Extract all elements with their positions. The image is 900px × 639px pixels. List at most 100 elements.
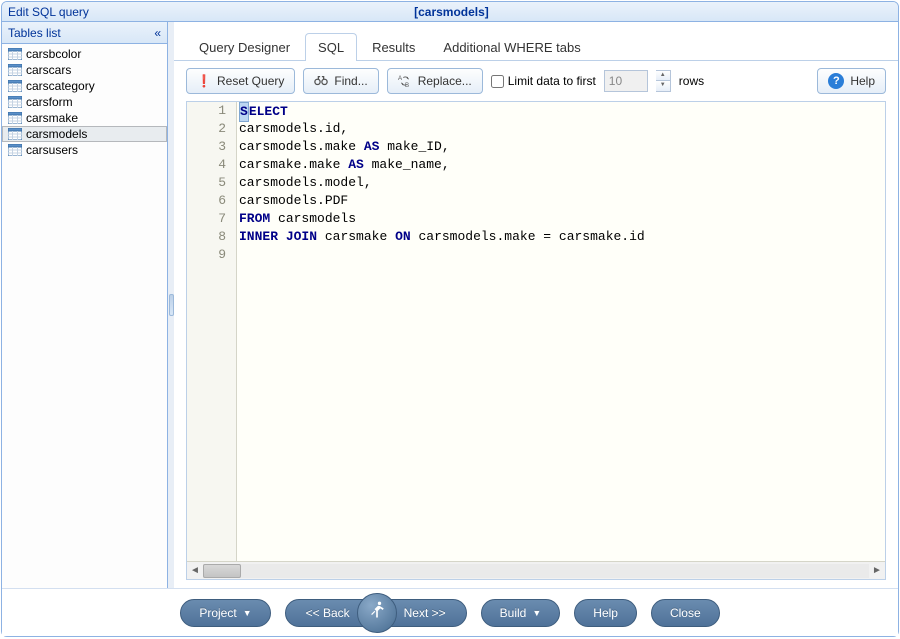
project-button[interactable]: Project ▼: [180, 599, 270, 627]
code-line[interactable]: carsmake.make AS make_name,: [239, 156, 645, 174]
replace-label: Replace...: [418, 74, 472, 88]
sidebar-header: Tables list «: [2, 22, 167, 44]
code-line[interactable]: SELECT: [239, 102, 645, 120]
nav-group: << Back Next >>: [285, 593, 467, 633]
code-line[interactable]: carsmodels.PDF: [239, 192, 645, 210]
table-item-label: carsusers: [26, 143, 78, 157]
line-number: 9: [197, 246, 226, 264]
code-line[interactable]: carsmodels.make AS make_ID,: [239, 138, 645, 156]
reset-query-label: Reset Query: [217, 74, 284, 88]
table-item-label: carscategory: [26, 79, 95, 93]
limit-checkbox[interactable]: [491, 75, 504, 88]
table-item-label: carsmodels: [26, 127, 87, 141]
run-button[interactable]: [357, 593, 397, 633]
tab-additional-where-tabs[interactable]: Additional WHERE tabs: [430, 33, 593, 61]
close-label: Close: [670, 606, 701, 620]
help-button[interactable]: ? Help: [817, 68, 886, 94]
tab-bar: Query DesignerSQLResultsAdditional WHERE…: [174, 22, 898, 61]
reset-query-button[interactable]: ❗ Reset Query: [186, 68, 295, 94]
scroll-thumb[interactable]: [203, 564, 241, 578]
sidebar-title: Tables list: [8, 26, 61, 40]
table-item[interactable]: carscars: [2, 62, 167, 78]
title-center-text: [carsmodels]: [95, 5, 808, 19]
line-number: 8: [197, 228, 226, 246]
limit-value-input[interactable]: [604, 70, 648, 92]
main-panel: Query DesignerSQLResultsAdditional WHERE…: [174, 22, 898, 588]
code-line[interactable]: [239, 246, 645, 264]
limit-rows-wrap[interactable]: Limit data to first: [491, 74, 596, 88]
table-list: carsbcolorcarscarscarscategorycarsformca…: [2, 44, 167, 160]
table-item[interactable]: carscategory: [2, 78, 167, 94]
table-icon: [8, 96, 22, 108]
build-label: Build: [500, 606, 527, 620]
close-button[interactable]: Close: [651, 599, 720, 627]
title-left-text: Edit SQL query: [2, 5, 95, 19]
scroll-left-icon[interactable]: ◄: [187, 565, 203, 576]
chevron-down-icon: ▼: [532, 608, 541, 618]
line-gutter: 123456789: [187, 102, 237, 561]
editor-hscrollbar[interactable]: ◄ ►: [187, 561, 885, 579]
body-area: Tables list « carsbcolor carscars carscate…: [2, 22, 898, 588]
table-item-label: carsbcolor: [26, 47, 81, 61]
editor-wrap: 123456789 SELECTcarsmodels.id,carsmodels…: [186, 101, 886, 580]
code-line[interactable]: INNER JOIN carsmake ON carsmodels.make =…: [239, 228, 645, 246]
spinner-up-icon[interactable]: ▲: [656, 71, 670, 81]
window-frame: Edit SQL query [carsmodels] Tables list …: [1, 1, 899, 637]
table-icon: [8, 64, 22, 76]
next-label: Next >>: [404, 606, 446, 620]
replace-button[interactable]: AB Replace...: [387, 68, 483, 94]
tab-query-designer[interactable]: Query Designer: [186, 33, 303, 61]
replace-icon: AB: [398, 74, 412, 88]
runner-icon: [367, 600, 387, 625]
code-area[interactable]: SELECTcarsmodels.id,carsmodels.make AS m…: [237, 102, 647, 561]
footer-help-label: Help: [593, 606, 618, 620]
sidebar: Tables list « carsbcolor carscars carscate…: [2, 22, 168, 588]
table-icon: [8, 80, 22, 92]
line-number: 3: [197, 138, 226, 156]
line-number: 5: [197, 174, 226, 192]
table-icon: [8, 144, 22, 156]
toolbar: ❗ Reset Query Find... AB Replace...: [174, 61, 898, 101]
spinner-down-icon[interactable]: ▼: [656, 81, 670, 91]
back-label: << Back: [306, 606, 350, 620]
build-button[interactable]: Build ▼: [481, 599, 561, 627]
help-label: Help: [850, 74, 875, 88]
table-item[interactable]: carsform: [2, 94, 167, 110]
table-item-label: carsmake: [26, 111, 78, 125]
table-icon: [8, 128, 22, 140]
exclamation-icon: ❗: [197, 74, 211, 88]
table-item[interactable]: carsusers: [2, 142, 167, 158]
project-label: Project: [199, 606, 236, 620]
sql-editor[interactable]: 123456789 SELECTcarsmodels.id,carsmodels…: [187, 102, 885, 561]
line-number: 4: [197, 156, 226, 174]
code-line[interactable]: carsmodels.model,: [239, 174, 645, 192]
code-line[interactable]: FROM carsmodels: [239, 210, 645, 228]
table-item[interactable]: carsbcolor: [2, 46, 167, 62]
collapse-sidebar-icon[interactable]: «: [154, 26, 161, 40]
footer-help-button[interactable]: Help: [574, 599, 637, 627]
line-number: 7: [197, 210, 226, 228]
line-number: 2: [197, 120, 226, 138]
table-item[interactable]: carsmake: [2, 110, 167, 126]
binoculars-icon: [314, 74, 328, 88]
svg-text:A: A: [398, 75, 403, 82]
table-item[interactable]: carsmodels: [2, 126, 167, 142]
splitter[interactable]: [168, 22, 174, 588]
scroll-right-icon[interactable]: ►: [869, 565, 885, 576]
table-item-label: carscars: [26, 63, 71, 77]
scroll-track[interactable]: [203, 564, 869, 578]
tab-results[interactable]: Results: [359, 33, 428, 61]
limit-spinner[interactable]: ▲ ▼: [656, 70, 671, 92]
tab-sql[interactable]: SQL: [305, 33, 357, 61]
chevron-down-icon: ▼: [243, 608, 252, 618]
find-label: Find...: [334, 74, 367, 88]
code-line[interactable]: carsmodels.id,: [239, 120, 645, 138]
line-number: 6: [197, 192, 226, 210]
footer-bar: Project ▼ << Back Next >> Build ▼ Help C…: [2, 588, 898, 636]
limit-label: Limit data to first: [508, 74, 596, 88]
table-icon: [8, 48, 22, 60]
rows-label: rows: [679, 74, 704, 88]
title-bar: Edit SQL query [carsmodels]: [2, 2, 898, 22]
table-icon: [8, 112, 22, 124]
find-button[interactable]: Find...: [303, 68, 378, 94]
